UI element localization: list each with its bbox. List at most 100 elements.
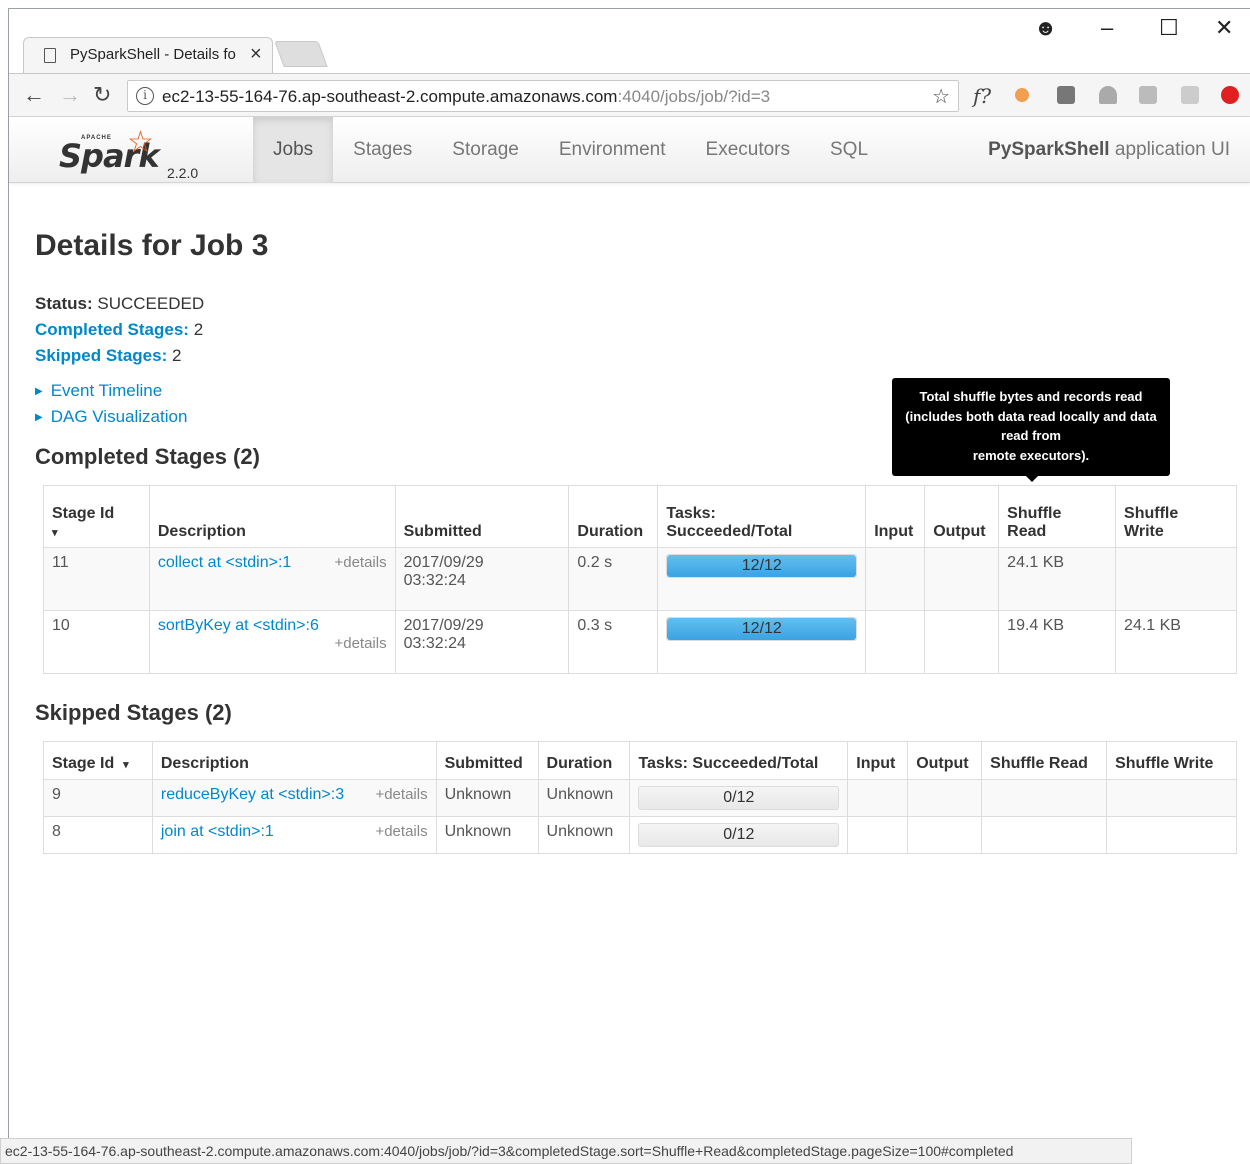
output-cell <box>924 610 1000 674</box>
description-cell: join at <stdin>:1 +details <box>151 816 437 854</box>
page-icon <box>44 48 56 63</box>
new-tab-button[interactable] <box>274 41 328 67</box>
col-shuffle-read[interactable]: Shuffle Read <box>998 485 1117 548</box>
extension-pdf-icon[interactable] <box>1181 86 1199 104</box>
details-link[interactable]: +details <box>375 823 427 841</box>
description-cell: sortByKey at <stdin>:6 +details <box>148 610 396 674</box>
status-bar-url: ec2-13-55-164-76.ap-southeast-2.compute.… <box>0 1138 1132 1164</box>
details-link[interactable]: +details <box>334 554 386 572</box>
reload-icon[interactable]: ↻ <box>93 82 111 108</box>
col-shuffle-read[interactable]: Shuffle Read <box>981 741 1108 780</box>
col-submitted[interactable]: Submitted <box>394 485 570 548</box>
output-cell <box>907 816 983 854</box>
duration-cell: 0.3 s <box>568 610 659 674</box>
submitted-cell: Unknown <box>435 816 539 854</box>
minimize-icon[interactable]: – <box>1101 15 1113 41</box>
browser-tab[interactable]: PySparkShell - Details fo × <box>23 37 273 73</box>
stage-link[interactable]: collect at <stdin>:1 <box>158 554 291 572</box>
extension-drive-icon[interactable] <box>1099 86 1117 104</box>
col-stage-id[interactable]: Stage Id ▾ <box>43 485 150 548</box>
completed-stages-heading: Completed Stages (2) <box>35 444 260 469</box>
skipped-stages-line[interactable]: Skipped Stages: 2 <box>35 343 204 369</box>
tab-storage[interactable]: Storage <box>432 117 539 183</box>
shuffle-write-cell <box>1106 816 1237 854</box>
col-duration[interactable]: Duration <box>568 485 659 548</box>
tasks-cell: 12/12 <box>657 610 867 674</box>
col-input[interactable]: Input <box>847 741 909 780</box>
browser-toolbar: ← → ↻ i ec2-13-55-164-76.ap-southeast-2.… <box>9 73 1250 117</box>
dag-visualization-toggle[interactable]: ▶ DAG Visualization <box>35 407 187 427</box>
input-cell <box>847 816 909 854</box>
sort-arrow-icon: ▾ <box>123 759 129 771</box>
col-output[interactable]: Output <box>907 741 983 780</box>
details-link[interactable]: +details <box>334 635 386 652</box>
info-icon[interactable]: i <box>136 87 154 105</box>
col-shuffle-write[interactable]: Shuffle Write <box>1106 741 1237 780</box>
output-cell <box>924 547 1000 611</box>
event-timeline-toggle[interactable]: ▶ Event Timeline <box>35 381 162 401</box>
stage-id: 9 <box>43 779 153 817</box>
input-cell <box>865 547 926 611</box>
col-description[interactable]: Description <box>148 485 396 548</box>
duration-cell: Unknown <box>537 779 631 817</box>
col-tasks[interactable]: Tasks: Succeeded/Total <box>657 485 867 548</box>
shuffle-read-cell <box>981 779 1108 817</box>
col-input[interactable]: Input <box>865 485 926 548</box>
tab-executors[interactable]: Executors <box>686 117 810 183</box>
spark-logo[interactable]: APACHE Spark ☆ 2.2.0 <box>59 126 199 181</box>
shuffle-write-cell <box>1115 547 1237 611</box>
col-shuffle-write[interactable]: Shuffle Write <box>1115 485 1237 548</box>
tab-title: PySparkShell - Details fo <box>70 46 236 63</box>
tab-sql[interactable]: SQL <box>810 117 888 183</box>
task-progress-bar: 12/12 <box>666 554 858 578</box>
input-cell <box>847 779 909 817</box>
tasks-cell: 12/12 <box>657 547 867 611</box>
stage-link[interactable]: join at <stdin>:1 <box>161 823 274 841</box>
stage-id: 8 <box>43 816 153 854</box>
browser-titlebar: PySparkShell - Details fo × ☻ – ☐ ✕ <box>9 9 1250 73</box>
stage-link[interactable]: sortByKey at <stdin>:6 <box>158 617 319 634</box>
col-duration[interactable]: Duration <box>537 741 631 780</box>
extension-g-icon[interactable] <box>1139 86 1157 104</box>
tab-stages[interactable]: Stages <box>333 117 432 183</box>
table-row: 8 join at <stdin>:1 +details Unknown Unkn… <box>43 816 1237 854</box>
skipped-stages-table: Stage Id ▾ Description Submitted Duratio… <box>43 741 1237 854</box>
job-summary: Status: SUCCEEDED Completed Stages: 2 Sk… <box>35 291 204 369</box>
task-progress-bar: 0/12 <box>638 786 840 810</box>
formula-extension-icon[interactable]: f? <box>973 84 991 108</box>
col-submitted[interactable]: Submitted <box>435 741 539 780</box>
extension-square-icon[interactable] <box>1057 86 1075 104</box>
input-cell <box>865 610 926 674</box>
shuffle-write-cell <box>1106 779 1237 817</box>
shuffle-write-cell: 24.1 KB <box>1115 610 1237 674</box>
completed-stages-line[interactable]: Completed Stages: 2 <box>35 317 204 343</box>
back-icon[interactable]: ← <box>23 82 45 108</box>
tab-close-icon[interactable]: × <box>250 43 262 66</box>
tab-environment[interactable]: Environment <box>539 117 686 183</box>
submitted-cell: 2017/09/29 03:32:24 <box>394 610 570 674</box>
stage-link[interactable]: reduceByKey at <stdin>:3 <box>161 786 344 804</box>
extension-orange-icon[interactable] <box>1015 88 1029 102</box>
details-link[interactable]: +details <box>375 786 427 804</box>
table-row: 11 collect at <stdin>:1 +details 2017/09/… <box>43 547 1237 611</box>
forward-icon[interactable]: → <box>59 82 81 108</box>
profile-icon[interactable]: ☻ <box>1034 15 1057 41</box>
page-title: Details for Job 3 <box>35 229 269 262</box>
table-row: 9 reduceByKey at <stdin>:3 +details Unkno… <box>43 779 1237 817</box>
stage-id: 10 <box>43 610 150 674</box>
col-tasks[interactable]: Tasks: Succeeded/Total <box>629 741 849 780</box>
shuffle-read-cell: 19.4 KB <box>998 610 1117 674</box>
col-description[interactable]: Description <box>151 741 437 780</box>
address-url[interactable]: ec2-13-55-164-76.ap-southeast-2.compute.… <box>162 87 770 107</box>
output-cell <box>907 779 983 817</box>
address-bar[interactable]: i ec2-13-55-164-76.ap-southeast-2.comput… <box>127 80 959 112</box>
tab-jobs[interactable]: Jobs <box>253 117 334 183</box>
bookmark-star-icon[interactable]: ☆ <box>932 84 950 109</box>
extension-red-icon[interactable] <box>1221 86 1239 104</box>
close-window-icon[interactable]: ✕ <box>1215 15 1233 41</box>
description-cell: collect at <stdin>:1 +details <box>148 547 396 611</box>
col-output[interactable]: Output <box>924 485 1000 548</box>
maximize-icon[interactable]: ☐ <box>1159 15 1179 41</box>
col-stage-id[interactable]: Stage Id ▾ <box>43 741 153 780</box>
shuffle-read-cell <box>981 816 1108 854</box>
